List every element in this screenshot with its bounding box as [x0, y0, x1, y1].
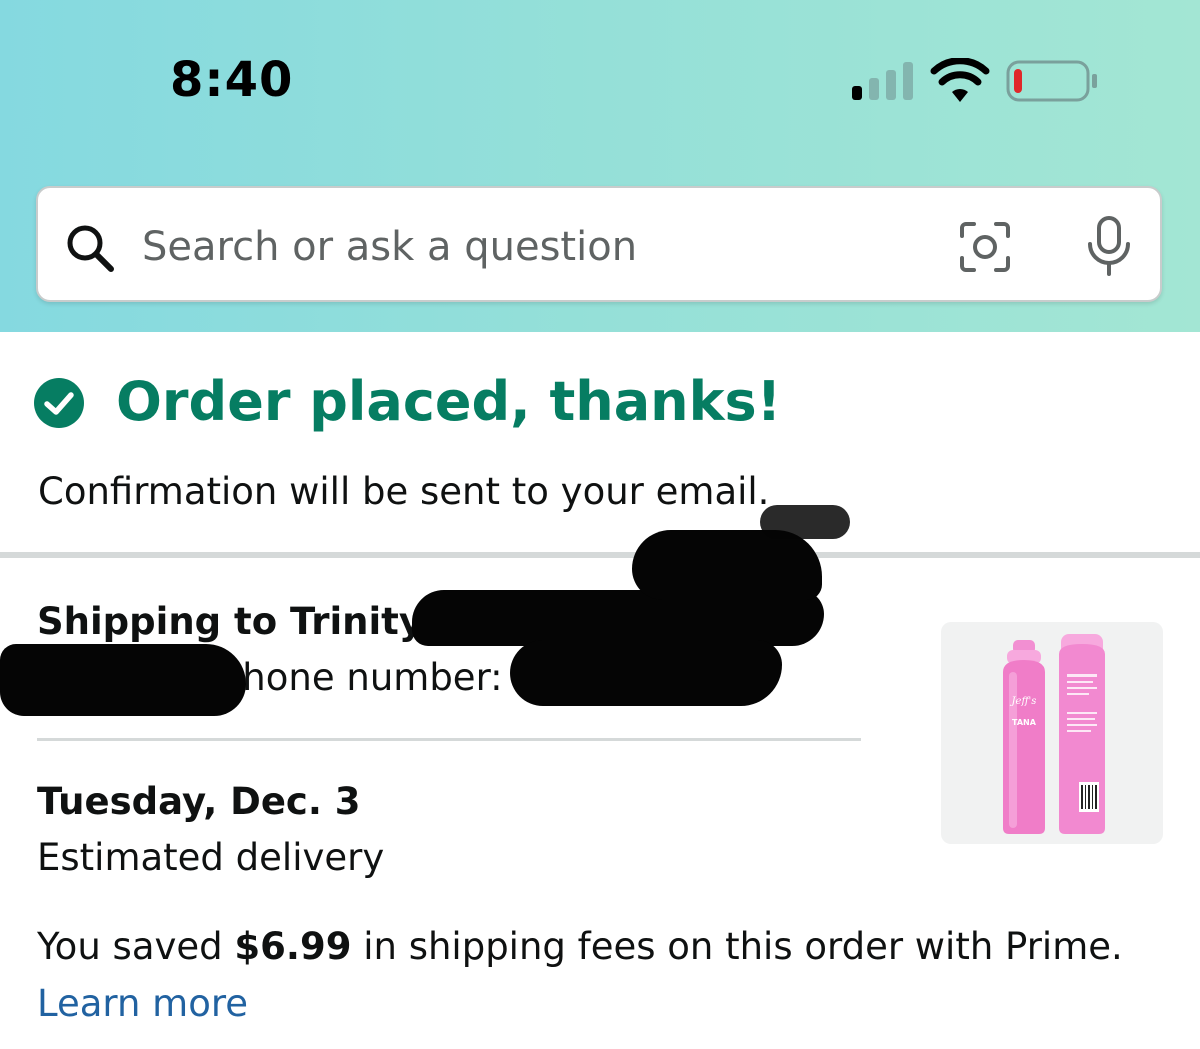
savings-suffix: in shipping fees on this order with Prim… — [351, 925, 1123, 968]
redaction-mark — [0, 644, 246, 716]
redaction-mark — [510, 640, 782, 706]
savings-amount: $6.99 — [234, 925, 352, 968]
redaction-mark — [632, 530, 822, 600]
section-divider — [0, 552, 1200, 558]
shipping-recipient: Shipping to Trinity W — [37, 600, 477, 643]
phone-number-label: Phone number: — [220, 656, 503, 699]
microphone-icon[interactable] — [1084, 216, 1134, 278]
product-brand-text: Jeff's — [1010, 696, 1037, 707]
product-variant-text: TANA — [1012, 718, 1037, 727]
wifi-icon — [930, 58, 990, 102]
delivery-date: Tuesday, Dec. 3 — [37, 780, 361, 823]
signal-icon — [852, 62, 913, 100]
savings-prefix: You saved — [37, 925, 235, 968]
delivery-label: Estimated delivery — [37, 836, 385, 879]
learn-more-link[interactable]: Learn more — [37, 982, 248, 1025]
prime-savings-message: You saved $6.99 in shipping fees on this… — [37, 925, 1123, 968]
order-confirmation-title: Order placed, thanks! — [116, 370, 782, 433]
status-time: 8:40 — [170, 52, 294, 108]
confirmation-message: Confirmation will be sent to your email. — [38, 470, 770, 513]
divider — [37, 738, 861, 741]
check-circle-icon — [34, 378, 84, 428]
redaction-mark — [760, 505, 850, 539]
product-image: Jeff's TANA — [1003, 634, 1105, 834]
product-thumbnail[interactable]: Jeff's TANA — [941, 622, 1163, 844]
app-header: 8:40 — [0, 0, 1200, 332]
search-input[interactable] — [142, 218, 922, 276]
search-bar[interactable] — [36, 186, 1162, 302]
camera-icon[interactable] — [958, 220, 1012, 274]
battery-low-icon — [1006, 60, 1097, 102]
search-icon[interactable] — [64, 222, 116, 274]
